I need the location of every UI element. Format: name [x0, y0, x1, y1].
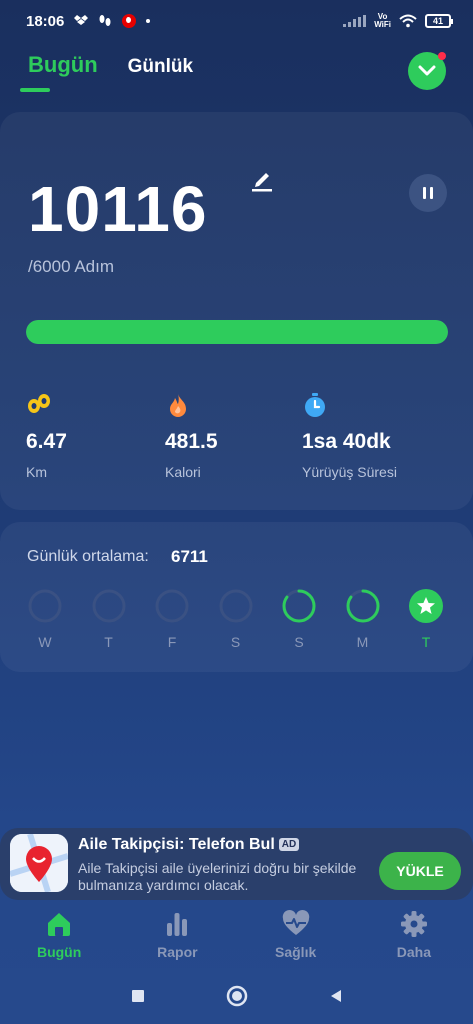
walking-time-label: Yürüyüş Süresi [302, 464, 397, 480]
day-progress-ring [155, 589, 189, 623]
nav-label-report: Rapor [157, 944, 198, 960]
vowifi-icon: Vo WiFi [374, 12, 391, 29]
stat-walking-time: 1sa 40dk Yürüyüş Süresi [302, 392, 397, 480]
distance-value: 6.47 [26, 430, 67, 453]
back-button[interactable] [328, 988, 344, 1004]
ad-title: Aile Takipçisi: Telefon Bul AD [78, 836, 300, 854]
more-notifications-icon [146, 19, 151, 23]
tab-today[interactable]: Bugün [28, 52, 98, 78]
walking-time-value: 1sa 40dk [302, 430, 391, 453]
nav-item-report[interactable]: Rapor [118, 902, 236, 968]
stat-calories: 481.5 Kalori [165, 392, 218, 480]
home-icon [48, 913, 71, 936]
day-progress-ring [28, 589, 62, 623]
status-bar-right: Vo WiFi 41 [343, 12, 453, 29]
ad-title-text: Aile Takipçisi: Telefon Bul [78, 836, 275, 853]
ad-app-icon [10, 834, 68, 892]
day-item[interactable]: S [218, 588, 254, 650]
day-label: M [356, 634, 369, 650]
bottom-navigation: Bugün Rapor Sağlık Daha [0, 902, 473, 968]
system-navigation-bar [0, 968, 473, 1024]
triangle-back-icon [330, 990, 341, 1002]
active-tab-indicator [20, 88, 50, 92]
footprints-icon [28, 394, 50, 413]
edit-icon[interactable] [250, 168, 274, 192]
nav-label-more: Daha [396, 944, 431, 960]
day-item[interactable]: T [91, 588, 127, 650]
notification-dot [438, 52, 446, 60]
steps-notification-icon [99, 15, 111, 26]
pause-button[interactable] [409, 174, 447, 212]
top-tabs: Bugün Günlük [28, 52, 193, 78]
nav-label-health: Sağlık [275, 944, 317, 960]
status-bar-left: 18:06 [26, 12, 151, 30]
day-label: S [294, 634, 304, 650]
step-progress-fill [26, 320, 448, 344]
nav-label-today: Bugün [36, 944, 82, 960]
ad-description: Aile Takipçisi aile üyelerinizi doğru bi… [78, 860, 357, 893]
day-label: S [230, 634, 241, 650]
calories-label: Kalori [165, 464, 201, 480]
steps-card: 10116 /6000 Adım 6.47 Km 481.5 Kalori 1s… [0, 112, 473, 510]
day-progress-ring [282, 589, 316, 623]
ad-install-button[interactable]: YÜKLE [379, 852, 461, 890]
wifi-icon [399, 14, 417, 28]
day-progress-ring [346, 589, 379, 623]
calories-value: 481.5 [165, 430, 218, 453]
day-item[interactable]: S [281, 588, 317, 650]
status-bar: 18:06 Vo WiFi 41 [0, 0, 473, 42]
map-pin-icon [10, 834, 68, 892]
flame-icon [170, 394, 186, 417]
signal-icon [343, 15, 367, 27]
dropdown-button[interactable] [408, 52, 446, 90]
day-label: W [38, 634, 52, 650]
ad-banner[interactable]: Aile Takipçisi: Telefon Bul AD Aile Takip… [0, 828, 473, 900]
step-goal: /6000 Adım [28, 257, 115, 276]
chevron-down-icon [418, 65, 436, 76]
battery-icon: 41 [425, 14, 453, 28]
stat-distance: 6.47 Km [26, 392, 67, 480]
heartbeat-icon [282, 910, 309, 935]
day-complete-star-icon [409, 589, 443, 623]
step-count: 10116 [28, 173, 208, 245]
day-label: T [421, 634, 431, 650]
dropbox-icon [74, 15, 89, 25]
day-item[interactable]: M [345, 588, 381, 650]
vodafone-icon [122, 14, 137, 28]
gear-icon [400, 911, 427, 937]
ad-badge: AD [278, 838, 300, 851]
nav-item-today[interactable]: Bugün [0, 902, 118, 968]
daily-average-card: Günlük ortalama: 6711 W T F S S M T [0, 522, 473, 672]
daily-average-value: 6711 [171, 547, 208, 566]
stopwatch-icon [305, 393, 325, 417]
nav-item-more[interactable]: Daha [355, 902, 473, 968]
day-progress-ring [219, 589, 252, 623]
day-item[interactable]: T [408, 588, 444, 650]
square-icon [131, 990, 144, 1002]
day-item[interactable]: W [27, 588, 63, 650]
day-progress-ring [92, 589, 125, 623]
status-time: 18:06 [26, 12, 65, 30]
home-button[interactable] [226, 985, 248, 1007]
day-item[interactable]: F [154, 588, 190, 650]
tab-daily[interactable]: Günlük [128, 56, 193, 78]
distance-label: Km [26, 464, 47, 480]
pause-icon [423, 187, 433, 199]
recents-button[interactable] [130, 988, 146, 1004]
bar-chart-icon [167, 913, 188, 936]
nav-item-health[interactable]: Sağlık [237, 902, 355, 968]
daily-average-label: Günlük ortalama: [27, 548, 149, 565]
circle-icon [226, 985, 247, 1007]
day-label: T [104, 634, 113, 650]
step-progress-bar [26, 320, 448, 344]
day-label: F [167, 634, 177, 650]
